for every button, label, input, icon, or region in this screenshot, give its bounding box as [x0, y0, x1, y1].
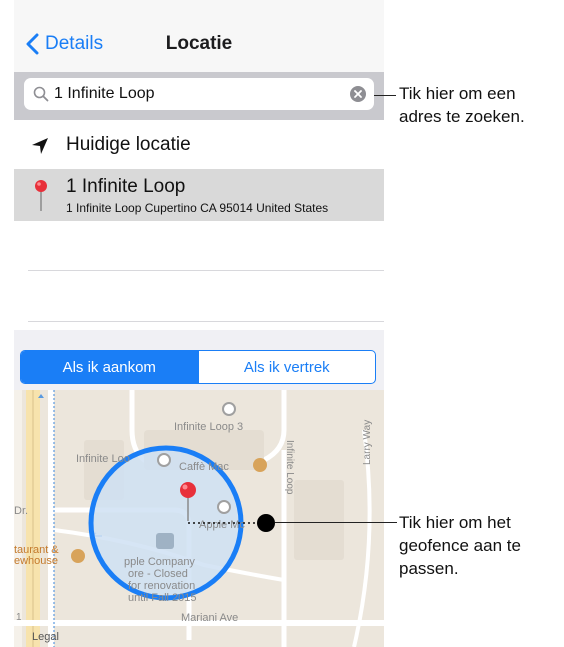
map-label-infinite-loop-left: Infinite Loo — [76, 453, 130, 465]
search-callout-line-2: adres te zoeken. — [399, 107, 525, 126]
map-pin-icon — [35, 180, 47, 211]
map-label-brewhouse: ewhouse — [14, 555, 58, 567]
geofence-callout-line-1: Tik hier om het — [399, 513, 511, 532]
list-divider — [28, 321, 384, 322]
current-location-row[interactable]: Huidige locatie — [14, 121, 384, 169]
navigation-bar: Details Locatie — [14, 0, 384, 72]
selected-address-detail: 1 Infinite Loop Cupertino CA 95014 Unite… — [66, 201, 329, 215]
geofence-trigger-segmented-control: Als ik aankom Als ik vertrek — [20, 350, 376, 384]
map-label-dr: Dr. — [14, 505, 28, 517]
search-input[interactable] — [54, 78, 334, 110]
segment-arrive[interactable]: Als ik aankom — [21, 351, 198, 383]
map-label-store-1: pple Company — [124, 556, 195, 568]
selected-address-title: 1 Infinite Loop — [66, 176, 186, 197]
map-label-mariani-ave: Mariani Ave — [181, 612, 238, 624]
search-callout-line-1: Tik hier om een — [399, 84, 516, 103]
phone-screen: Details Locatie Huidige locatie — [14, 0, 384, 647]
current-location-label: Huidige locatie — [66, 134, 191, 155]
map-view[interactable]: Infinite Loop 3 Infinite Loo Caffè Mac I… — [14, 390, 384, 647]
clear-icon — [354, 90, 362, 98]
search-field[interactable] — [24, 78, 374, 110]
geofence-callout-line — [275, 522, 397, 523]
selected-address-row[interactable]: 1 Infinite Loop 1 Infinite Loop Cupertin… — [14, 169, 384, 221]
geofence-callout-line-2: geofence aan te — [399, 536, 521, 555]
map-label-apple-mc: Apple Mc — [199, 519, 245, 531]
clear-search-button[interactable] — [350, 86, 366, 102]
map-label-caffe-mac: Caffè Mac — [179, 461, 229, 473]
geofence-callout: Tik hier om het geofence aan te passen. — [399, 511, 521, 580]
map-label-store-2: ore - Closed — [128, 568, 188, 580]
geofence-resize-handle[interactable] — [257, 514, 275, 532]
page-title: Locatie — [165, 33, 233, 54]
search-bar — [14, 72, 384, 120]
search-callout: Tik hier om een adres te zoeken. — [399, 82, 525, 128]
geofence-callout-line-3: passen. — [399, 559, 459, 578]
map-label-infinite-loop-vertical: Infinite Loop — [284, 440, 295, 495]
list-divider — [28, 270, 384, 271]
search-callout-line — [374, 95, 396, 96]
map-label-store-4: until Fall 2015 — [128, 592, 197, 604]
legal-link[interactable]: Legal — [32, 631, 59, 643]
search-icon — [33, 86, 49, 102]
segment-leave[interactable]: Als ik vertrek — [197, 351, 376, 383]
map-label-infinite-loop-3: Infinite Loop 3 — [174, 421, 243, 433]
map-label-larry-way: Larry Way — [362, 420, 373, 465]
map-label-number: 1 — [16, 612, 22, 623]
location-arrow-icon — [32, 138, 48, 154]
dropped-pin-icon[interactable] — [180, 482, 196, 498]
map-label-store-3: for renovation — [128, 580, 195, 592]
